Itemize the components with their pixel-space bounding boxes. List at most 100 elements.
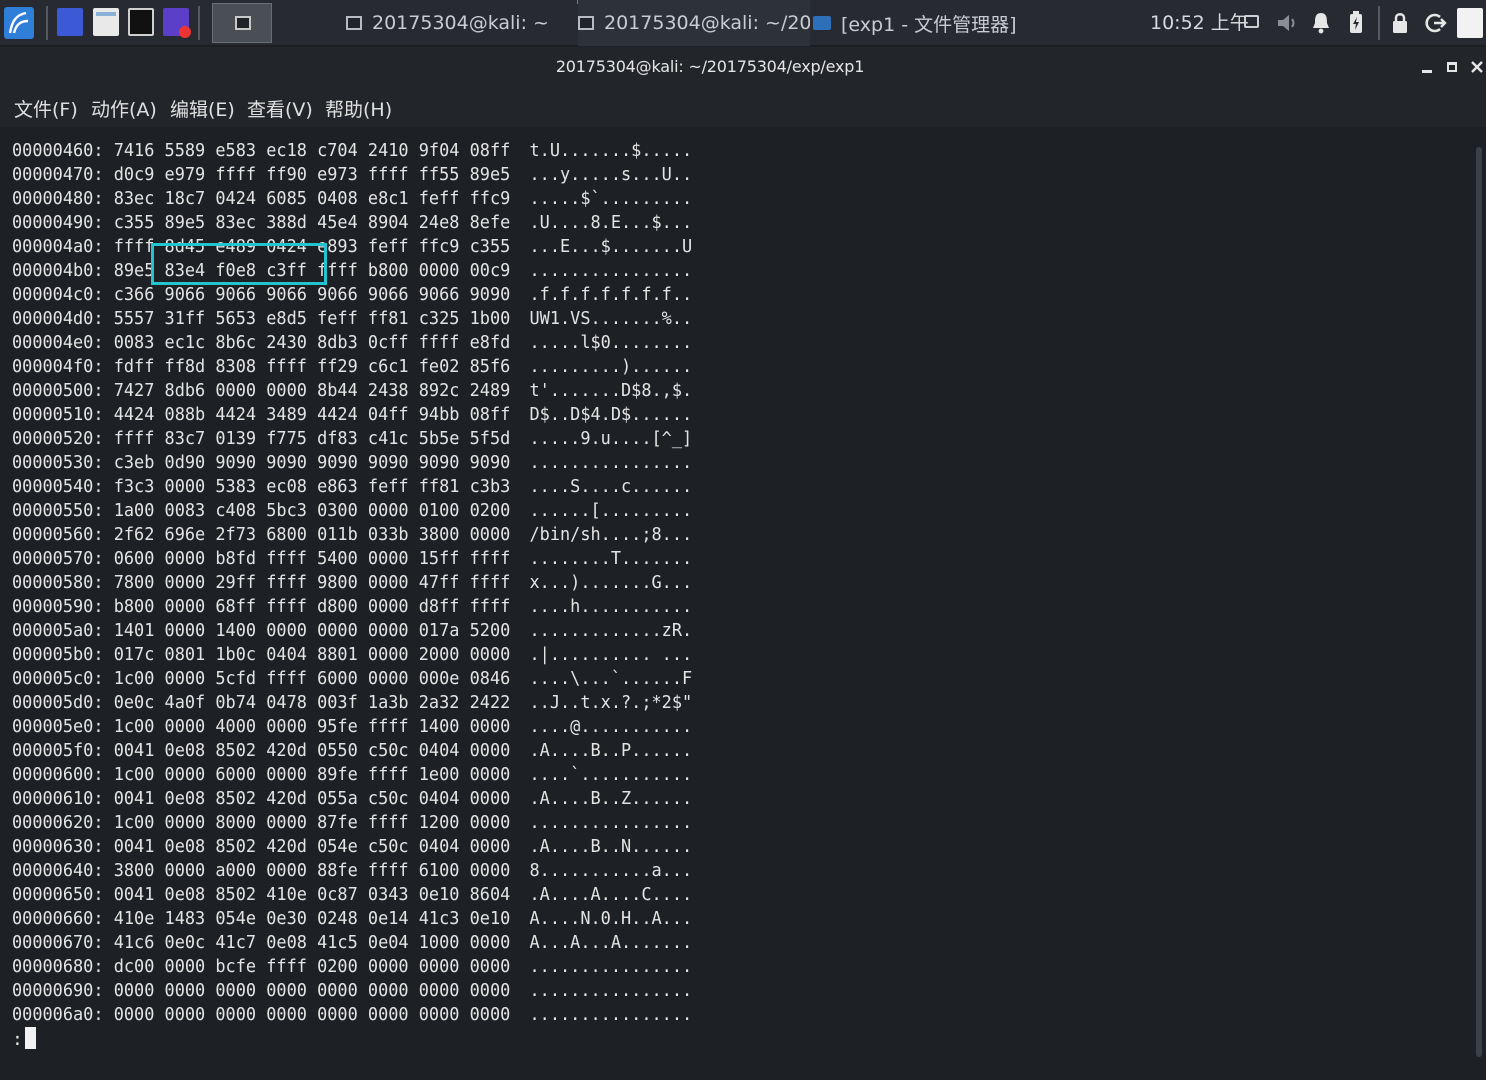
hex-offset: 00000540: xyxy=(12,477,104,497)
hexdump-line: 00000550: 1a00 0083 c408 5bc3 0300 0000 … xyxy=(12,499,692,523)
hex-offset: 00000670: xyxy=(12,933,104,953)
screenshot-launcher-icon[interactable] xyxy=(163,8,191,38)
hex-ascii: .U....8.E...$... xyxy=(529,213,693,233)
hex-offset: 00000460: xyxy=(12,141,104,161)
taskbar-item-label: 20175304@kali: ~ xyxy=(372,12,549,34)
hexdump-line: 000004f0: fdff ff8d 8308 ffff ff29 c6c1 … xyxy=(12,355,692,379)
hex-offset: 000005b0: xyxy=(12,645,104,665)
hex-bytes: 0083 ec1c 8b6c 2430 8db3 0cff ffff e8fd xyxy=(113,333,511,353)
hex-bytes: 0041 0e08 8502 420d 054e c50c 0404 0000 xyxy=(113,837,511,857)
hexdump-line: 00000640: 3800 0000 a000 0000 88fe ffff … xyxy=(12,859,692,883)
show-desktop-icon[interactable] xyxy=(57,8,83,36)
maximize-button[interactable] xyxy=(1443,58,1461,76)
hex-bytes: 1c00 0000 6000 0000 89fe ffff 1e00 0000 xyxy=(113,765,511,785)
scrollbar[interactable] xyxy=(1476,147,1482,1057)
minimize-icon xyxy=(1422,70,1432,73)
hexdump-line: 000004d0: 5557 31ff 5653 e8d5 feff ff81 … xyxy=(12,307,692,331)
hexdump-line: 000005c0: 1c00 0000 5cfd ffff 6000 0000 … xyxy=(12,667,692,691)
hex-ascii: ....@........... xyxy=(529,717,693,737)
hex-offset: 00000680: xyxy=(12,957,104,977)
hex-offset: 000006a0: xyxy=(12,1005,104,1025)
hex-offset: 00000660: xyxy=(12,909,104,929)
maximize-icon xyxy=(1447,62,1457,72)
panel-separator xyxy=(198,6,200,40)
menu-action[interactable]: 动作(A) xyxy=(91,95,157,122)
hexdump-line: 00000460: 7416 5589 e583 ec18 c704 2410 … xyxy=(12,139,692,163)
display-icon[interactable] xyxy=(1240,10,1264,36)
hex-ascii: ........T....... xyxy=(529,549,693,569)
top-panel: 20175304@kali: ~ 20175304@kali: ~/2017..… xyxy=(0,0,1486,46)
terminal-launcher-icon[interactable] xyxy=(128,8,154,36)
hexdump-line: 00000650: 0041 0e08 8502 410e 0c87 0343 … xyxy=(12,883,692,907)
hexdump-line: 00000480: 83ec 18c7 0424 6085 0408 e8c1 … xyxy=(12,187,692,211)
panel-separator xyxy=(1378,6,1380,40)
battery-icon[interactable] xyxy=(1344,10,1368,36)
taskbar-item-terminal-home[interactable]: 20175304@kali: ~ xyxy=(346,0,571,46)
hexdump-line: 00000520: ffff 83c7 0139 f775 df83 c41c … xyxy=(12,427,692,451)
hex-bytes: 0000 0000 0000 0000 0000 0000 0000 0000 xyxy=(113,981,511,1001)
hexdump-line: 00000610: 0041 0e08 8502 420d 055a c50c … xyxy=(12,787,692,811)
hexdump-line: 00000600: 1c00 0000 6000 0000 89fe ffff … xyxy=(12,763,692,787)
menu-file[interactable]: 文件(F) xyxy=(14,95,78,122)
menu-edit[interactable]: 编辑(E) xyxy=(170,95,235,122)
close-button[interactable] xyxy=(1468,58,1486,76)
taskbar-item-label: [exp1 - 文件管理器] xyxy=(841,13,1017,36)
hexdump-line: 000005e0: 1c00 0000 4000 0000 95fe ffff … xyxy=(12,715,692,739)
menu-view[interactable]: 查看(V) xyxy=(247,95,313,122)
hex-bytes: 5557 31ff 5653 e8d5 feff ff81 c325 1b00 xyxy=(113,309,511,329)
hexdump-line: 00000670: 41c6 0e0c 41c7 0e08 41c5 0e04 … xyxy=(12,931,692,955)
hex-bytes: c366 9066 9066 9066 9066 9066 9066 9090 xyxy=(113,285,511,305)
hex-ascii: 8...........a... xyxy=(529,861,693,881)
hex-bytes: fdff ff8d 8308 ffff ff29 c6c1 fe02 85f6 xyxy=(113,357,511,377)
hex-bytes: 41c6 0e0c 41c7 0e08 41c5 0e04 1000 0000 xyxy=(113,933,511,953)
terminal-icon xyxy=(346,16,362,30)
hex-bytes: 1c00 0000 4000 0000 95fe ffff 1400 0000 xyxy=(113,717,511,737)
workspace-1-button[interactable] xyxy=(212,3,272,43)
hex-offset: 00000610: xyxy=(12,789,104,809)
hex-ascii: x...).......G... xyxy=(529,573,693,593)
taskbar-item-terminal-exp[interactable]: 20175304@kali: ~/2017... xyxy=(578,0,810,46)
hex-bytes: 7800 0000 29ff ffff 9800 0000 47ff ffff xyxy=(113,573,511,593)
kali-menu-button[interactable] xyxy=(2,3,36,43)
notification-bell-icon[interactable] xyxy=(1309,10,1333,36)
window-titlebar[interactable]: 20175304@kali: ~/20175304/exp/exp1 xyxy=(0,47,1486,89)
hex-bytes: 4424 088b 4424 3489 4424 04ff 94bb 08ff xyxy=(113,405,511,425)
hex-ascii: ....`........... xyxy=(529,765,693,785)
hex-bytes: 83ec 18c7 0424 6085 0408 e8c1 feff ffc9 xyxy=(113,189,511,209)
hex-offset: 00000490: xyxy=(12,213,104,233)
folder-tab-icon xyxy=(96,12,116,16)
logout-icon[interactable] xyxy=(1423,10,1447,36)
hex-ascii: .|.......... ... xyxy=(529,645,693,665)
taskbar-item-file-manager[interactable]: [exp1 - 文件管理器] xyxy=(813,0,1033,46)
hex-ascii: .............zR. xyxy=(529,621,693,641)
hex-bytes: ffff 83c7 0139 f775 df83 c41c 5b5e 5f5d xyxy=(113,429,511,449)
close-icon xyxy=(1471,61,1483,73)
hex-ascii: ...E...$.......U xyxy=(529,237,693,257)
menu-help[interactable]: 帮助(H) xyxy=(325,95,392,122)
hex-ascii: UW1.VS.......%.. xyxy=(529,309,693,329)
hexdump-line: 00000500: 7427 8db6 0000 0000 8b44 2438 … xyxy=(12,379,692,403)
hex-ascii: .....$`......... xyxy=(529,189,693,209)
minimize-button[interactable] xyxy=(1418,58,1436,76)
hexdump-line: 00000490: c355 89e5 83ec 388d 45e4 8904 … xyxy=(12,211,692,235)
hex-ascii: /bin/sh....;8... xyxy=(529,525,693,545)
hex-bytes: 0041 0e08 8502 420d 0550 c50c 0404 0000 xyxy=(113,741,511,761)
clock[interactable]: 10:52 上午 xyxy=(1150,0,1249,46)
hex-bytes: 410e 1483 054e 0e30 0248 0e14 41c3 0e10 xyxy=(113,909,511,929)
hex-offset: 00000620: xyxy=(12,813,104,833)
keyboard-layout-icon[interactable] xyxy=(1457,8,1483,38)
file-manager-launcher-icon[interactable] xyxy=(93,8,119,36)
volume-icon[interactable] xyxy=(1275,10,1299,36)
hexdump-line: 00000590: b800 0000 68ff ffff d800 0000 … xyxy=(12,595,692,619)
hex-offset: 00000520: xyxy=(12,429,104,449)
hex-ascii: t.U.......$..... xyxy=(529,141,693,161)
hex-bytes: 0e0c 4a0f 0b74 0478 003f 1a3b 2a32 2422 xyxy=(113,693,511,713)
hex-offset: 00000480: xyxy=(12,189,104,209)
pager-prompt[interactable]: : xyxy=(12,1027,36,1050)
hex-offset: 00000470: xyxy=(12,165,104,185)
terminal-area[interactable]: 00000460: 7416 5589 e583 ec18 c704 2410 … xyxy=(0,127,1486,1080)
hex-offset: 000004a0: xyxy=(12,237,104,257)
hex-offset: 000004c0: xyxy=(12,285,104,305)
hex-bytes: 0041 0e08 8502 420d 055a c50c 0404 0000 xyxy=(113,789,511,809)
lock-screen-icon[interactable] xyxy=(1388,10,1412,36)
